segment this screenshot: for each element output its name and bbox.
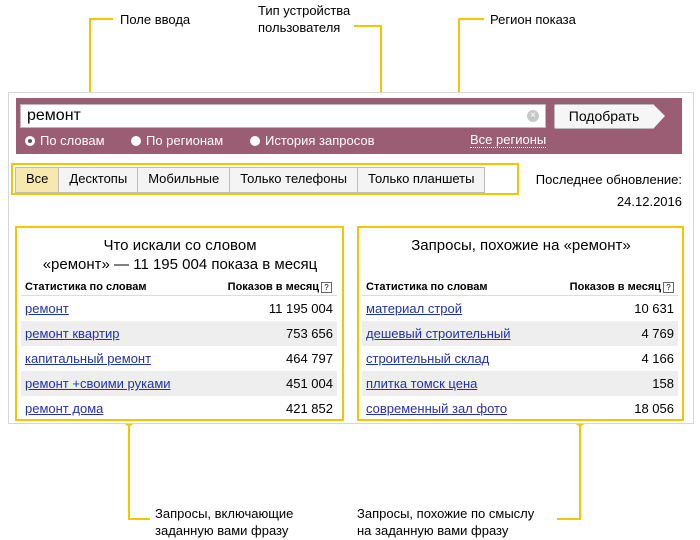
table-row: строительный склад 4 166	[362, 346, 678, 371]
phrase-link[interactable]: строительный склад	[366, 351, 489, 366]
device-tabs: Все Десктопы Мобильные Только телефоны Т…	[15, 167, 486, 193]
table-row: капитальный ремонт 464 797	[21, 346, 337, 371]
mode-label: История запросов	[265, 133, 375, 148]
callout-line	[128, 420, 130, 520]
mode-label: По словам	[40, 133, 105, 148]
table-row: ремонт квартир 753 656	[21, 321, 337, 346]
impressions-count: 10 631	[634, 301, 674, 316]
mode-label: По регионам	[146, 133, 224, 148]
impressions-count: 4 166	[641, 351, 674, 366]
mode-radio-regions[interactable]: По регионам	[131, 133, 223, 148]
phrase-link[interactable]: современный зал фото	[366, 401, 507, 416]
last-update-label: Последнее обновление:	[535, 172, 682, 187]
table-row: дешевый строительный 4 769	[362, 321, 678, 346]
impressions-count: 4 769	[641, 326, 674, 341]
table-row: материал строй 10 631	[362, 296, 678, 321]
callout-input-field: Поле ввода	[120, 12, 191, 27]
callout-line	[458, 18, 484, 20]
callout-similar-1: Запросы, похожие по смыслу	[357, 506, 535, 521]
impressions-count: 11 195 004	[268, 301, 333, 316]
right-panel-title: Запросы, похожие на «ремонт»	[411, 237, 631, 254]
callout-device-type-2: пользователя	[258, 20, 341, 35]
table-row: плитка томск цена 158	[362, 371, 678, 396]
callout-device-type-1: Тип устройства	[258, 3, 351, 18]
left-col-phrase-header: Статистика по словам	[25, 281, 147, 293]
left-col-count-label: Показов в месяц	[227, 281, 319, 293]
radio-icon[interactable]	[250, 136, 260, 146]
impressions-count: 18 056	[634, 401, 674, 416]
table-row: ремонт +своими руками 451 004	[21, 371, 337, 396]
callout-line	[557, 518, 581, 520]
submit-button-arrow	[653, 104, 665, 129]
clear-icon[interactable]: ×	[527, 110, 539, 122]
radio-icon[interactable]	[131, 136, 141, 146]
help-icon[interactable]: ?	[663, 282, 674, 293]
right-col-count-label: Показов в месяц	[569, 281, 661, 293]
impressions-count: 158	[652, 376, 674, 391]
callout-including-1: Запросы, включающие	[155, 506, 294, 521]
phrase-link[interactable]: материал строй	[366, 301, 462, 316]
phrase-link[interactable]: дешевый строительный	[366, 326, 511, 341]
last-update-date: 24.12.2016	[616, 194, 682, 209]
phrase-link[interactable]: капитальный ремонт	[25, 351, 151, 366]
help-icon[interactable]: ?	[321, 282, 332, 293]
phrase-link[interactable]: ремонт	[25, 301, 69, 316]
tab-mobile[interactable]: Мобильные	[138, 168, 231, 192]
callout-similar-2: на заданную вами фразу	[357, 523, 509, 538]
region-link[interactable]: Все регионы	[470, 133, 547, 148]
callout-line	[579, 420, 581, 520]
tab-tablets[interactable]: Только планшеты	[358, 168, 484, 192]
mode-radio-history[interactable]: История запросов	[250, 133, 375, 148]
radio-icon-selected[interactable]	[25, 136, 35, 146]
impressions-count: 451 004	[286, 376, 333, 391]
callout-line	[128, 518, 150, 520]
phrase-link[interactable]: ремонт +своими руками	[25, 376, 171, 391]
right-col-count-header: Показов в месяц?	[570, 281, 674, 293]
table-row: современный зал фото 18 056	[362, 396, 678, 421]
search-input-value[interactable]: ремонт	[27, 107, 81, 125]
left-col-count-header: Показов в месяц?	[228, 281, 332, 293]
tab-all[interactable]: Все	[16, 168, 60, 192]
submit-button[interactable]: Подобрать	[554, 104, 654, 129]
impressions-count: 753 656	[286, 326, 333, 341]
right-col-phrase-header: Статистика по словам	[366, 281, 488, 293]
tab-phones[interactable]: Только телефоны	[230, 168, 359, 192]
callout-line	[89, 18, 113, 20]
left-panel-title-1: Что искали со словом	[103, 237, 257, 254]
search-input[interactable]: ремонт ×	[20, 104, 546, 128]
tab-desktops[interactable]: Десктопы	[59, 168, 139, 192]
impressions-count: 464 797	[286, 351, 333, 366]
callout-including-2: заданную вами фразу	[155, 523, 289, 538]
table-row: ремонт дома 421 852	[21, 396, 337, 421]
table-row: ремонт 11 195 004	[21, 296, 337, 321]
phrase-link[interactable]: плитка томск цена	[366, 376, 477, 391]
mode-radio-words[interactable]: По словам	[25, 133, 105, 148]
phrase-link[interactable]: ремонт дома	[25, 401, 103, 416]
phrase-link[interactable]: ремонт квартир	[25, 326, 119, 341]
callout-line	[354, 25, 382, 27]
impressions-count: 421 852	[286, 401, 333, 416]
callout-region: Регион показа	[490, 12, 576, 27]
left-panel-title-2: «ремонт» — 11 195 004 показа в месяц	[42, 256, 318, 273]
